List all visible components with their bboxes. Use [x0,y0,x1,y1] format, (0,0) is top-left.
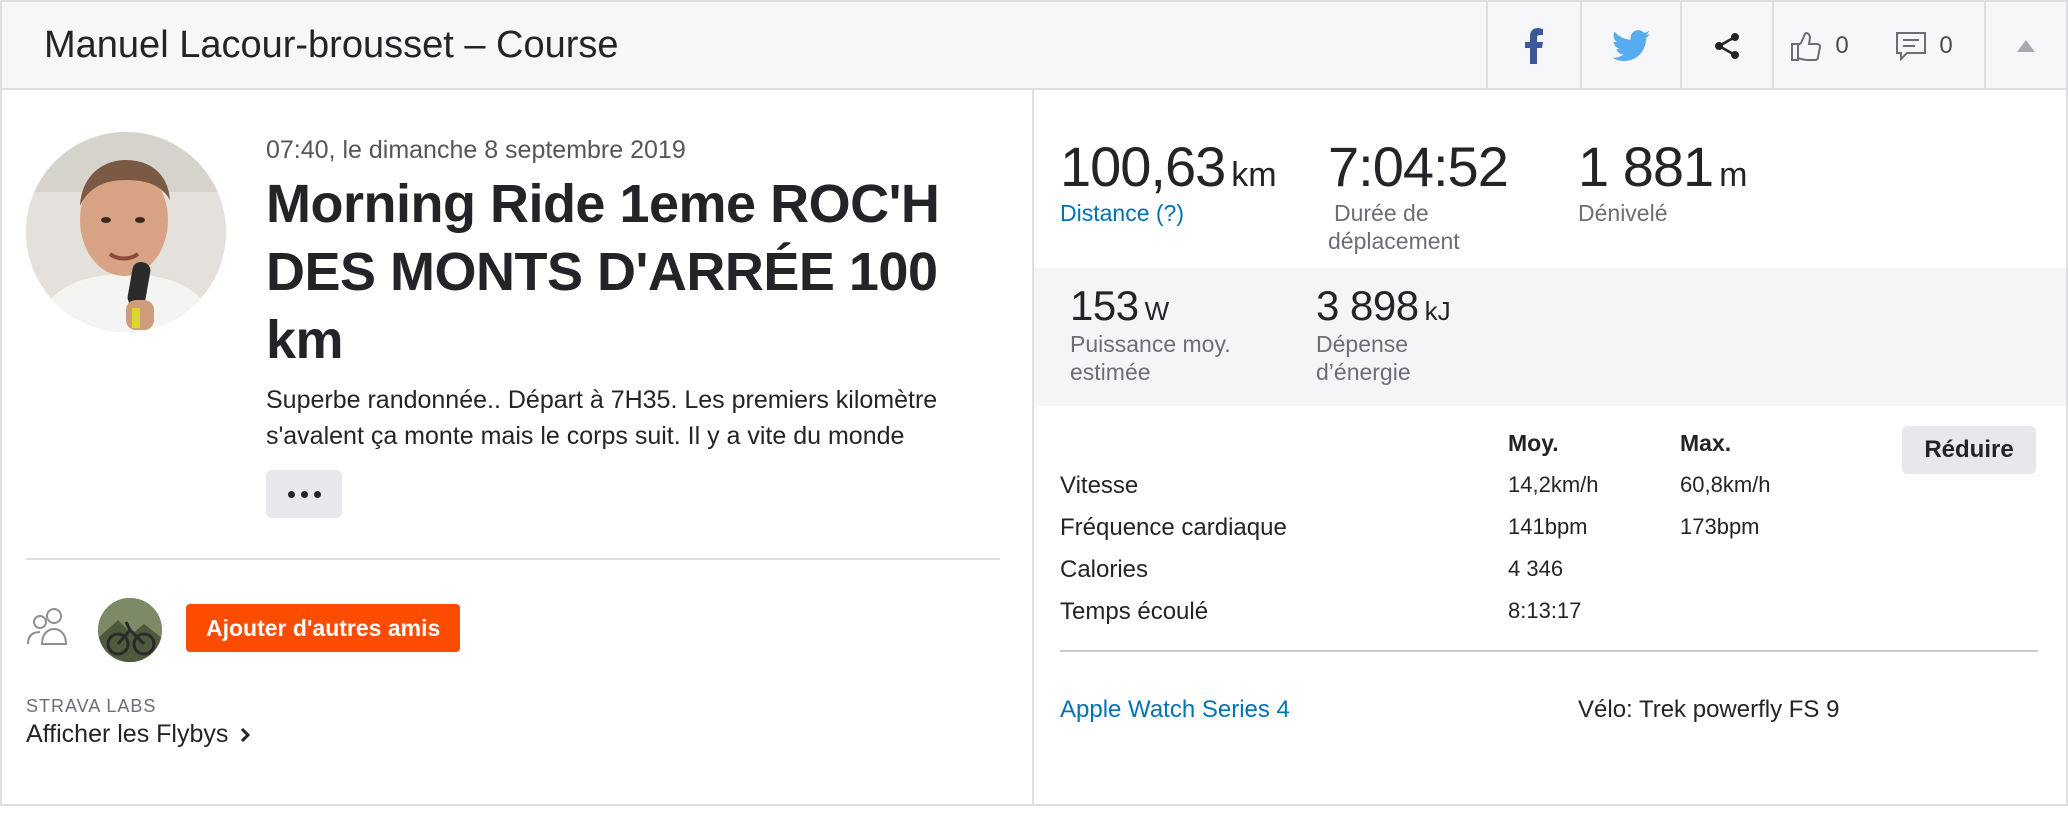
moving-time-label: Durée de [1334,200,1429,226]
stat-power: 153 W Puissance moy. estimée [1070,282,1231,386]
athlete-photo [26,132,226,332]
device-link[interactable]: Apple Watch Series 4 [1060,696,1290,724]
table-row: Calories 4 346 [1060,556,2040,598]
facebook-share-button[interactable] [1486,2,1580,90]
power-value: 153 [1070,282,1139,329]
stat-energy: 3 898 kJ Dépense d’énergie [1316,282,1451,386]
moving-time-label: déplacement [1328,228,1460,254]
secondary-stats: 153 W Puissance moy. estimée 3 898 kJ Dépe… [1034,268,2066,406]
elevation-label: Dénivelé [1578,200,1668,226]
energy-unit: kJ [1424,296,1451,326]
avg-column-header: Moy. [1508,430,1559,456]
twitter-icon [1612,30,1650,62]
page-title: Manuel Lacour-brousset – Course [44,24,619,66]
stat-distance: 100,63 km Distance (?) [1060,134,1277,227]
row-avg: 14,2km/h [1508,472,1599,497]
moving-time-value: 7:04:52 [1328,135,1509,198]
activity-summary: 07:40, le dimanche 8 septembre 2019 Morn… [2,90,1034,806]
power-unit: W [1144,296,1170,326]
row-label: Fréquence cardiaque [1060,514,1287,541]
group-icon [27,608,68,645]
activity-title: Morning Ride 1eme ROC'H DES MONTS D'ARRÉ… [266,174,940,370]
activity-card: Manuel Lacour-brousset – Course 0 0 07:4… [0,0,2068,806]
elevation-unit: m [1719,156,1748,194]
activity-description: Superbe randonnée.. Départ à 7H35. Les p… [266,382,1006,454]
table-row: Vitesse 14,2km/h 60,8km/h [1060,472,2040,514]
add-friends-button[interactable]: Ajouter d'autres amis [186,604,461,652]
row-avg: 8:13:17 [1508,598,1582,623]
distance-help-link[interactable]: Distance (?) [1060,199,1277,227]
max-column-header: Max. [1680,430,1732,456]
comment-icon [1896,32,1927,62]
divider [1060,650,2038,652]
caret-up-icon [2017,40,2035,52]
kudos-count: 0 [1835,32,1849,59]
activity-date: 07:40, le dimanche 8 septembre 2019 [266,136,686,164]
facebook-icon [1525,28,1543,64]
energy-label: Dépense [1316,331,1409,357]
row-avg: 141bpm [1508,514,1588,539]
thumbs-up-icon [1791,31,1822,61]
distance-value: 100,63 [1060,135,1226,198]
bike-info: Vélo: Trek powerfly FS 9 [1578,696,1840,723]
row-label: Temps écoulé [1060,598,1209,625]
flybys-label: Afficher les Flybys [26,720,229,748]
collapse-header-button[interactable] [1984,2,2066,90]
description-line: Superbe randonnée.. Départ à 7H35. Les p… [266,386,938,414]
activity-stats: 100,63 km Distance (?) 7:04:52 Durée de d… [1034,90,2066,806]
flybys-link[interactable]: Afficher les Flybys [26,720,251,749]
friend-photo [98,598,162,662]
divider [26,558,1000,560]
stat-elevation: 1 881 m Dénivelé [1578,134,1747,227]
comments-count: 0 [1939,32,1953,59]
friend-avatar[interactable] [98,598,162,662]
power-label: Puissance moy. [1070,331,1231,357]
athlete-avatar[interactable] [26,132,226,332]
elevation-value: 1 881 [1578,135,1714,198]
row-max: 173bpm [1680,514,1760,539]
ellipsis-icon [287,490,295,498]
share-button[interactable] [1680,2,1772,90]
table-row: Temps écoulé 8:13:17 [1060,598,2040,640]
row-label: Calories [1060,556,1149,583]
collapse-details-button[interactable]: Réduire [1902,426,2036,474]
kudos-button[interactable]: 0 [1772,2,1864,90]
row-avg: 4 346 [1508,556,1564,581]
expand-description-button[interactable] [266,470,342,518]
description-line: s'avalent ça monte mais le corps suit. I… [266,422,905,450]
stat-moving-time: 7:04:52 Durée de déplacement [1328,134,1509,255]
twitter-share-button[interactable] [1580,2,1680,90]
share-icon [1715,33,1739,59]
row-label: Vitesse [1060,472,1139,499]
strava-labs-label: STRAVA LABS [26,696,157,716]
energy-label: d’énergie [1316,359,1411,385]
row-max: 60,8km/h [1680,472,1771,497]
distance-unit: km [1231,156,1277,194]
energy-value: 3 898 [1316,282,1419,329]
power-label: estimée [1070,359,1151,385]
activity-header: Manuel Lacour-brousset – Course 0 0 [2,2,2066,90]
comments-button[interactable]: 0 [1864,2,1984,90]
table-row: Fréquence cardiaque 141bpm 173bpm [1060,514,2040,556]
chevron-right-icon [241,727,251,742]
